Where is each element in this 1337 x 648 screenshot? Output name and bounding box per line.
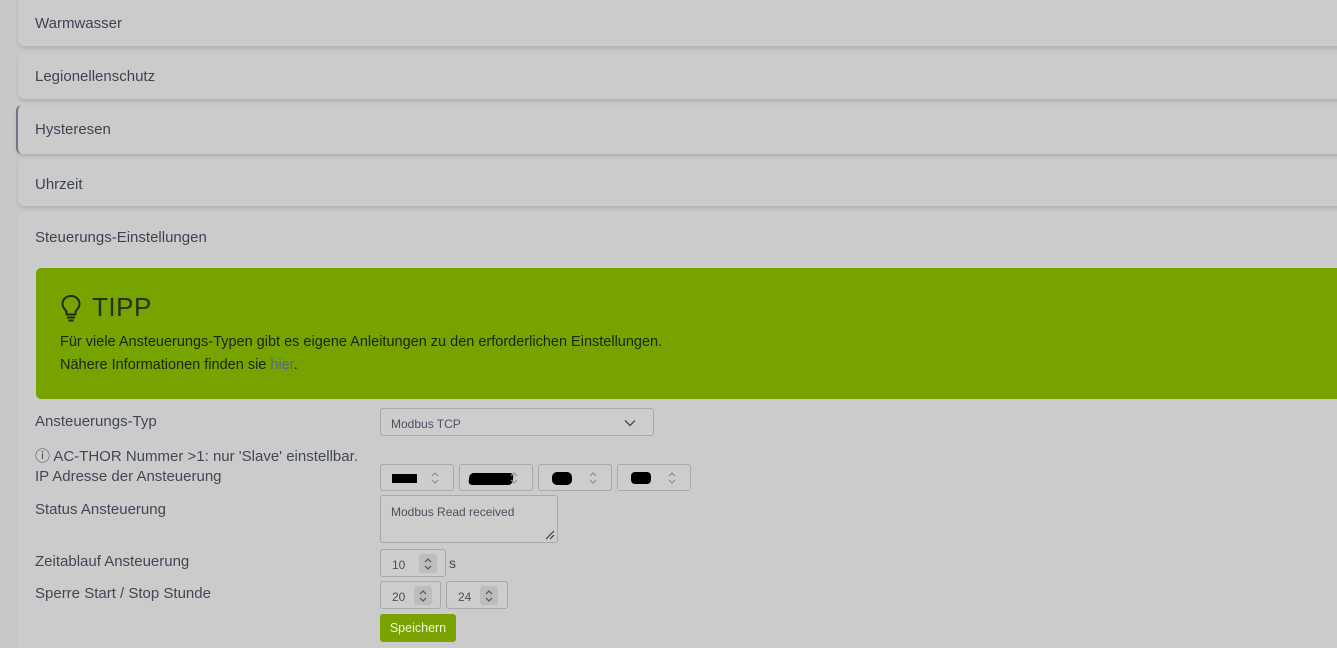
- tip-text: Für viele Ansteuerungs-Typen gibt es eig…: [60, 334, 663, 350]
- block-start-input[interactable]: 20: [380, 581, 441, 609]
- resize-handle-icon[interactable]: [543, 528, 555, 540]
- section-title: Warmwasser: [35, 15, 122, 32]
- block-hours-label: Sperre Start / Stop Stunde: [35, 585, 211, 602]
- control-type-label: Ansteuerungs-Typ: [35, 413, 157, 430]
- save-button[interactable]: Speichern: [380, 614, 456, 642]
- section-title: Hysteresen: [35, 121, 111, 138]
- timeout-stepper[interactable]: [419, 554, 437, 573]
- lightbulb-icon: [60, 294, 82, 322]
- ip-octet-3-input[interactable]: [538, 464, 612, 491]
- control-type-select[interactable]: Modbus TCP: [380, 408, 654, 436]
- timeout-value: 10: [392, 558, 406, 572]
- section-title: Legionellenschutz: [35, 68, 156, 85]
- ip-label: IP Adresse der Ansteuerung: [35, 468, 222, 485]
- section-title: Uhrzeit: [35, 176, 83, 193]
- slave-note: ⓘ AC-THOR Nummer >1: nur 'Slave' einstel…: [35, 448, 358, 465]
- tip-text-more: Nähere Informationen finden sie hier.: [60, 357, 298, 373]
- ip-octet-1-input[interactable]: [380, 464, 454, 491]
- spinner-icon[interactable]: [509, 470, 519, 486]
- redaction-mark: [392, 474, 417, 483]
- tip-text-prefix: Nähere Informationen finden sie: [60, 357, 271, 373]
- timeout-unit: s: [449, 555, 456, 571]
- redaction-mark: [552, 472, 572, 485]
- spinner-icon[interactable]: [667, 470, 677, 486]
- block-stop-value: 24: [458, 590, 472, 604]
- timeout-label: Zeitablauf Ansteuerung: [35, 553, 190, 570]
- block-start-value: 20: [392, 590, 406, 604]
- timeout-input[interactable]: 10: [380, 549, 446, 577]
- section-title: Steuerungs-Einstellungen: [35, 229, 207, 246]
- redaction-mark: [631, 472, 651, 484]
- section-legionellenschutz[interactable]: Legionellenschutz: [18, 53, 1337, 99]
- status-label: Status Ansteuerung: [35, 501, 166, 518]
- status-value: Modbus Read received: [391, 505, 515, 519]
- spinner-icon[interactable]: [588, 470, 598, 486]
- status-textarea[interactable]: Modbus Read received: [380, 495, 558, 543]
- tip-text-suffix: .: [293, 357, 298, 373]
- block-start-stepper[interactable]: [414, 586, 432, 605]
- section-uhrzeit[interactable]: Uhrzeit: [18, 159, 1337, 206]
- tip-link[interactable]: hier: [270, 357, 293, 373]
- section-hysteresen[interactable]: Hysteresen: [16, 105, 1337, 154]
- spinner-icon[interactable]: [430, 470, 440, 486]
- block-stop-input[interactable]: 24: [446, 581, 508, 609]
- section-warmwasser[interactable]: Warmwasser: [18, 0, 1337, 46]
- tip-title: TIPP: [92, 292, 152, 322]
- chevron-down-icon: [623, 416, 637, 430]
- control-type-value: Modbus TCP: [391, 417, 461, 431]
- redaction-mark: [468, 473, 514, 485]
- ip-octet-2-input[interactable]: [459, 464, 533, 491]
- block-stop-stepper[interactable]: [480, 586, 498, 605]
- ip-octet-4-input[interactable]: [617, 464, 691, 491]
